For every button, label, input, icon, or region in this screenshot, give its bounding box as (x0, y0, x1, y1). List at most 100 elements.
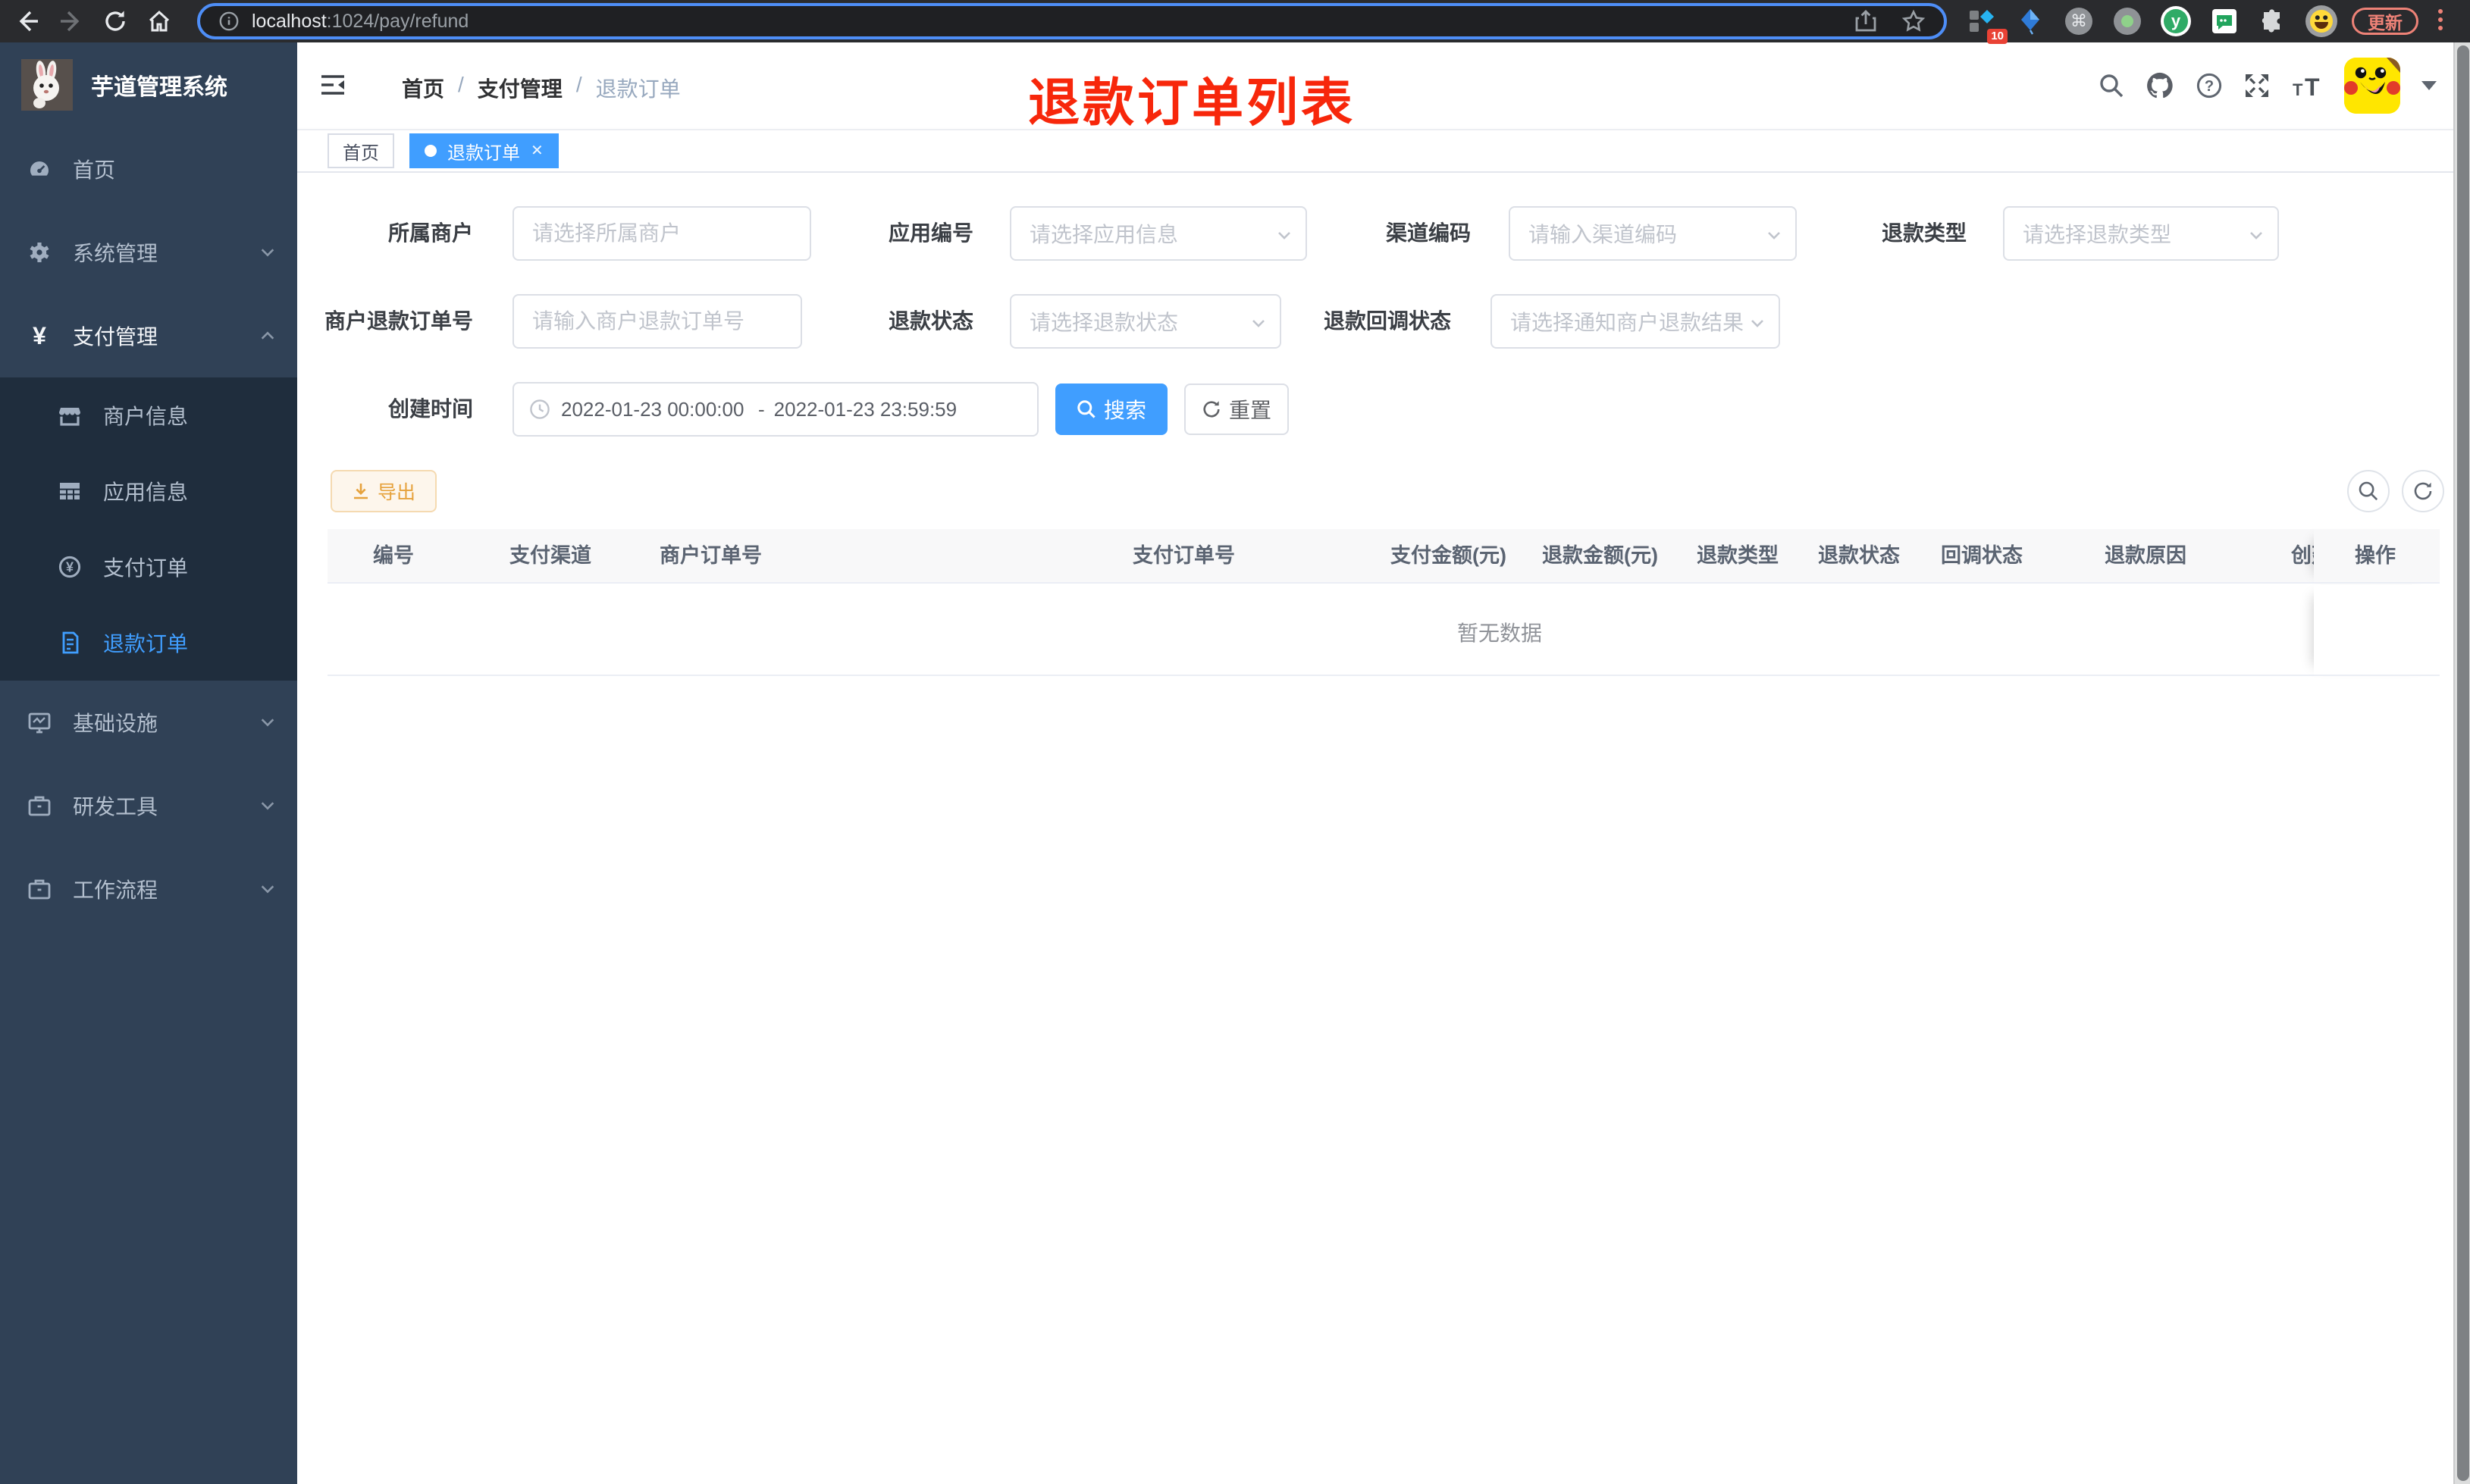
home-icon[interactable] (144, 6, 174, 36)
breadcrumb-pay[interactable]: 支付管理 (478, 73, 563, 103)
sidebar-menu: 首页 系统管理 ¥ 支付管理 商户信息 应用信息 ¥ 支付订单 退款订单 基础设… (0, 127, 297, 931)
sidebar-item-refund-order[interactable]: 退款订单 (0, 605, 297, 681)
avatar-caret-icon[interactable] (2421, 81, 2437, 90)
sidebar-item-pay[interactable]: ¥ 支付管理 (0, 294, 297, 377)
sidebar-item-merchant-info[interactable]: 商户信息 (0, 377, 297, 453)
tag-view-bar: 首页 退款订单 ✕ (297, 129, 2470, 173)
chevron-down-icon (261, 719, 274, 727)
extension-chat-icon[interactable] (2208, 5, 2241, 38)
tab-refund-order[interactable]: 退款订单 ✕ (409, 133, 559, 168)
filter-label-refund-status: 退款状态 (888, 309, 973, 333)
navbar-actions: ? TT (2099, 42, 2437, 129)
extension-vue-icon[interactable]: y (2159, 5, 2193, 38)
top-navbar: 首页 / 支付管理 / 退款订单 ? TT (297, 42, 2470, 129)
document-icon (62, 631, 79, 654)
back-icon[interactable] (12, 6, 42, 36)
sidebar-item-workflow[interactable]: 工作流程 (0, 847, 297, 931)
share-icon[interactable] (1854, 9, 1877, 33)
browser-toolbar: localhost:1024/pay/refund 10 ⌘ y 更新 (0, 0, 2470, 44)
dashboard-icon (30, 161, 49, 176)
search-icon[interactable] (2099, 73, 2124, 99)
page-title-overlay: 退款订单列表 (1028, 74, 1356, 132)
extension-command-icon[interactable]: ⌘ (2062, 5, 2095, 38)
range-start-value[interactable]: 2022-01-23 00:00:00 (561, 398, 749, 421)
sidebar-item-dev-tools[interactable]: 研发工具 (0, 764, 297, 847)
refresh-icon (2414, 482, 2432, 500)
page-content: 所属商户 应用编号 请选择应用信息 渠道编码 请输入渠道编码 退款类型 请选择退… (297, 173, 2470, 1484)
extension-tiles-icon[interactable]: 10 (1965, 5, 2008, 44)
forward-icon[interactable] (56, 6, 86, 36)
table-header-row: 编号 支付渠道 商户订单号 支付订单号 支付金额(元) 退款金额(元) 退款类型… (328, 529, 2314, 584)
chevron-down-icon (1768, 232, 1780, 240)
briefcase-icon (28, 879, 51, 900)
col-header-pay-amount: 支付金额(元) (1390, 544, 1506, 567)
chevron-down-icon (1751, 320, 1763, 327)
shop-icon (59, 408, 80, 426)
reload-icon[interactable] (100, 6, 130, 36)
pay-submenu: 商户信息 应用信息 ¥ 支付订单 退款订单 (0, 377, 297, 681)
merchant-refund-no-field[interactable] (512, 294, 802, 349)
extension-kite-icon[interactable] (2014, 5, 2047, 38)
merchant-select[interactable] (512, 206, 811, 261)
reset-button[interactable]: 重置 (1184, 384, 1289, 435)
sidebar-item-home[interactable]: 首页 (0, 127, 297, 211)
breadcrumb-home[interactable]: 首页 (402, 73, 444, 103)
merchant-input[interactable] (514, 221, 810, 246)
refund-type-select[interactable]: 请选择退款类型 (2003, 206, 2279, 261)
create-time-range-picker[interactable]: 2022-01-23 00:00:00 - 2022-01-23 23:59:5… (512, 382, 1039, 437)
bookmark-star-icon[interactable] (1901, 9, 1926, 33)
scrollbar-thumb[interactable] (2457, 45, 2469, 1481)
chevron-down-icon (1278, 232, 1290, 240)
extension-emoji-icon[interactable] (2305, 5, 2338, 38)
chevron-down-icon (261, 802, 274, 810)
svg-text:¥: ¥ (66, 559, 74, 575)
filter-label-channel: 渠道编码 (1385, 221, 1471, 245)
fixed-actions-cell (2314, 585, 2440, 676)
extension-dot-icon[interactable] (2111, 5, 2144, 38)
extension-badge: 10 (1987, 29, 2008, 44)
filter-label-refund-type: 退款类型 (1881, 221, 1967, 245)
range-end-value[interactable]: 2022-01-23 23:59:59 (774, 398, 962, 421)
sidebar-fold-icon[interactable] (320, 73, 346, 97)
yen-icon: ¥ (33, 321, 46, 349)
channel-select[interactable]: 请输入渠道编码 (1509, 206, 1797, 261)
font-size-icon[interactable]: TT (2291, 73, 2323, 99)
app-title: 芋道管理系统 (91, 75, 227, 100)
filter-label-merchant-refund-no: 商户退款订单号 (324, 309, 473, 333)
search-button[interactable]: 搜索 (1055, 384, 1168, 435)
github-icon[interactable] (2146, 71, 2174, 100)
sidebar-item-pay-order[interactable]: ¥ 支付订单 (0, 529, 297, 605)
chevron-down-icon (2250, 232, 2262, 240)
notify-status-select[interactable]: 请选择通知商户退款结果 (1490, 294, 1780, 349)
extensions-puzzle-icon[interactable] (2256, 5, 2290, 38)
export-button[interactable]: 导出 (331, 470, 437, 512)
tab-active-dot (425, 145, 437, 157)
info-icon (219, 11, 239, 31)
refresh-button[interactable] (2402, 470, 2444, 512)
fullscreen-icon[interactable] (2244, 73, 2270, 99)
main-area: 首页 / 支付管理 / 退款订单 ? TT 退款订单列表 首页 退款订单 ✕ 所… (297, 42, 2470, 1484)
col-header-merchant-order-no: 商户订单号 (660, 544, 762, 567)
refund-status-select[interactable]: 请选择退款状态 (1010, 294, 1281, 349)
col-header-refund-amount: 退款金额(元) (1542, 544, 1658, 567)
sidebar-item-infra[interactable]: 基础设施 (0, 681, 297, 764)
window-scrollbar[interactable] (2453, 42, 2470, 1484)
help-icon[interactable]: ? (2196, 72, 2223, 99)
sidebar-item-system[interactable]: 系统管理 (0, 211, 297, 294)
toggle-search-button[interactable] (2347, 470, 2390, 512)
search-icon (2359, 481, 2378, 501)
svg-text:T: T (2305, 74, 2320, 99)
screen: localhost:1024/pay/refund 10 ⌘ y 更新 芋道管理… (0, 0, 2470, 1484)
col-header-refund-status: 退款状态 (1818, 544, 1900, 567)
url-bar[interactable]: localhost:1024/pay/refund (197, 3, 1947, 39)
browser-menu-icon[interactable] (2438, 9, 2444, 34)
app-logo-row[interactable]: 芋道管理系统 (0, 42, 297, 127)
sidebar-item-app-info[interactable]: 应用信息 (0, 453, 297, 529)
user-avatar-pikachu[interactable] (2344, 58, 2400, 114)
update-button[interactable]: 更新 (2352, 8, 2418, 35)
tab-home[interactable]: 首页 (328, 133, 394, 168)
app-select[interactable]: 请选择应用信息 (1010, 206, 1307, 261)
sidebar: 芋道管理系统 首页 系统管理 ¥ 支付管理 商户信息 应用信息 ¥ 支付订单 退… (0, 42, 297, 1484)
merchant-refund-no-input[interactable] (514, 309, 801, 333)
close-icon[interactable]: ✕ (531, 143, 544, 158)
